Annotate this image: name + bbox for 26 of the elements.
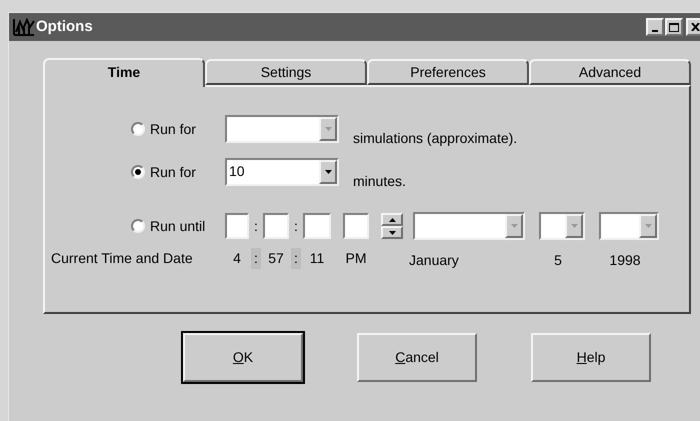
- time-separator: :: [291, 248, 301, 268]
- radio-label: Run for: [150, 120, 197, 138]
- time-separator: :: [253, 216, 259, 236]
- year-value: 1998: [608, 250, 642, 270]
- radio-label: Run for: [150, 162, 197, 182]
- dialog-button[interactable]: Help: [531, 333, 651, 382]
- tab[interactable]: Settings: [205, 59, 367, 85]
- day-value: 5: [553, 250, 563, 270]
- time-separator: :: [293, 216, 299, 236]
- month-value: January: [409, 250, 460, 270]
- tab[interactable]: Time: [43, 58, 205, 87]
- tab[interactable]: Preferences: [367, 59, 529, 85]
- window-title: Options: [36, 16, 93, 37]
- dialog-button[interactable]: Cancel: [357, 333, 477, 382]
- minute-value: 57: [267, 248, 285, 268]
- hour-value: 4: [232, 248, 242, 268]
- radio-label: Run until: [150, 216, 206, 236]
- dialog-button[interactable]: OK: [183, 333, 303, 382]
- ampm-value: PM: [344, 248, 368, 268]
- unit-label: simulations (approximate).: [353, 129, 518, 148]
- unit-label: minutes.: [353, 172, 406, 191]
- time-separator: :: [251, 248, 261, 268]
- current-time-label: Current Time and Date: [51, 248, 194, 268]
- dropdown-field[interactable]: 10: [225, 158, 339, 186]
- second-value: 11: [308, 248, 326, 268]
- tab[interactable]: Advanced: [529, 59, 691, 85]
